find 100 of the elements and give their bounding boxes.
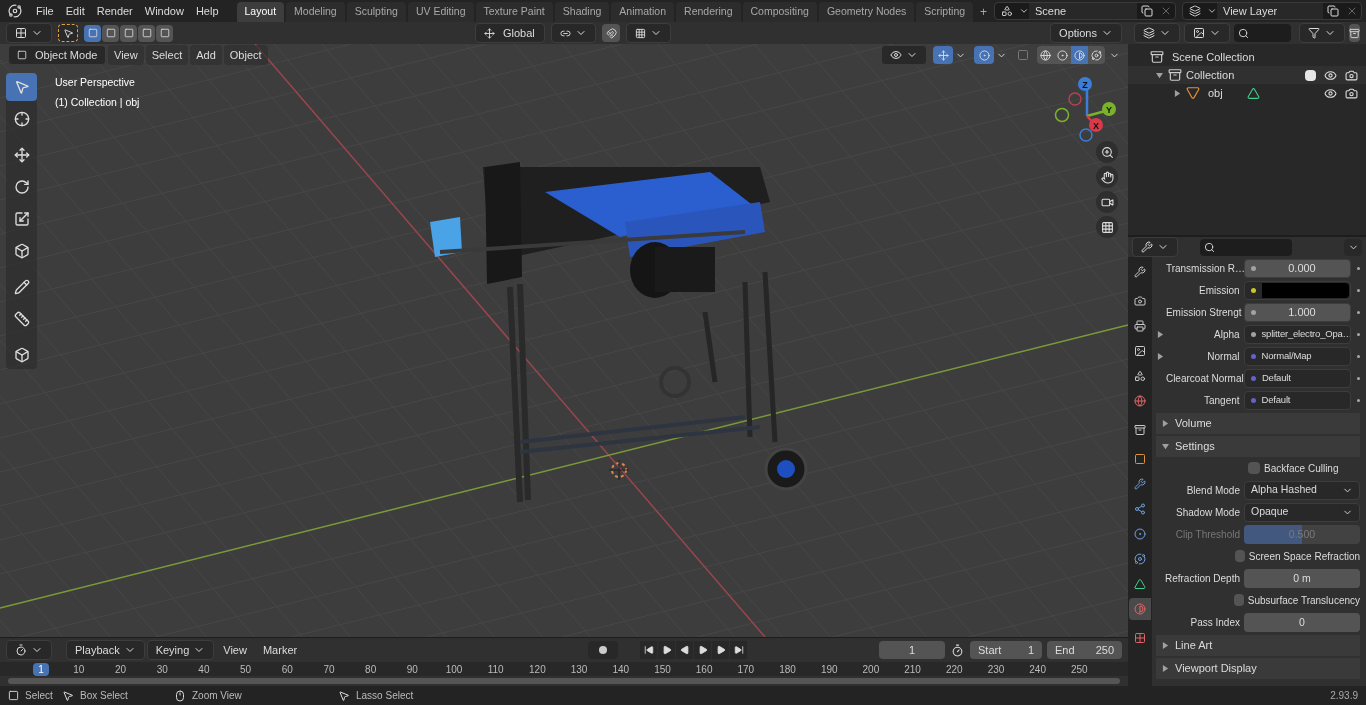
prev-keyframe-button[interactable] xyxy=(658,641,676,659)
jump-start-button[interactable] xyxy=(640,641,658,659)
number-field[interactable]: 0 xyxy=(1244,612,1360,632)
selection-mode-button[interactable] xyxy=(138,24,155,42)
record-button[interactable] xyxy=(588,641,619,659)
menu-item[interactable]: File xyxy=(30,2,60,20)
selection-mode-button[interactable] xyxy=(120,24,137,42)
editor-type-button[interactable] xyxy=(1134,23,1180,43)
workspace-tab[interactable]: Sculpting xyxy=(346,2,406,22)
shading-mode-button[interactable] xyxy=(1037,46,1054,64)
checkbox[interactable] xyxy=(1248,462,1260,474)
tree-item[interactable]: Scene Collection xyxy=(1172,48,1255,66)
snap-dropdown[interactable] xyxy=(626,23,671,43)
close-icon[interactable] xyxy=(1346,5,1358,17)
end-frame-field[interactable]: End 250 xyxy=(1047,641,1122,659)
viewport-menu[interactable]: Select xyxy=(145,45,189,65)
display-mode-dropdown[interactable] xyxy=(1184,23,1230,43)
panel-header[interactable]: Line Art xyxy=(1156,635,1360,656)
select-tool-button[interactable] xyxy=(58,24,78,42)
snap-toggle[interactable] xyxy=(602,24,620,42)
workspace-tab[interactable]: Scripting xyxy=(916,2,974,22)
mode-dropdown[interactable]: Object Mode xyxy=(8,45,106,65)
duplicate-icon[interactable] xyxy=(1327,5,1339,17)
scene-selector[interactable]: Scene xyxy=(994,2,1176,20)
playhead-frame[interactable]: 1 xyxy=(33,662,49,676)
search-field[interactable] xyxy=(1200,238,1292,256)
close-icon[interactable] xyxy=(1160,5,1172,17)
number-field[interactable]: 0.000 xyxy=(1243,258,1352,278)
visibility-icon[interactable] xyxy=(1324,86,1337,100)
dropdown-field[interactable]: Alpha Hashed xyxy=(1244,480,1360,500)
start-frame-field[interactable]: Start 1 xyxy=(970,641,1042,659)
panel-header[interactable]: Volume xyxy=(1156,413,1360,434)
duplicate-icon[interactable] xyxy=(1141,5,1153,17)
new-collection-button[interactable] xyxy=(1349,24,1360,42)
add-workspace-button[interactable]: + xyxy=(975,2,993,22)
workspace-tab[interactable]: Geometry Nodes xyxy=(818,2,915,22)
color-field[interactable] xyxy=(1243,280,1351,300)
checkbox[interactable] xyxy=(1234,550,1245,562)
timer-icon[interactable] xyxy=(951,643,964,657)
keying-dropdown[interactable]: Keying xyxy=(146,640,215,660)
selection-mode-button[interactable] xyxy=(102,24,119,42)
pan-button[interactable] xyxy=(1096,166,1118,188)
gizmo-toggle[interactable] xyxy=(933,46,953,64)
panel-menu-button[interactable] xyxy=(1344,238,1362,256)
render-camera-icon[interactable] xyxy=(1345,86,1358,100)
play-button[interactable] xyxy=(694,641,712,659)
search-field[interactable] xyxy=(1234,24,1291,42)
workspace-tab[interactable]: Modeling xyxy=(286,2,345,22)
pivot-dropdown[interactable] xyxy=(551,23,596,43)
linked-input-field[interactable]: Default xyxy=(1243,368,1352,388)
workspace-tab[interactable]: Layout xyxy=(236,2,285,22)
linked-input-field[interactable]: Normal/Map xyxy=(1243,346,1351,366)
viewport-menu[interactable]: Add xyxy=(190,45,222,65)
xray-icon[interactable] xyxy=(1017,49,1029,61)
jump-end-button[interactable] xyxy=(730,641,748,659)
dropdown-field[interactable]: Opaque xyxy=(1244,502,1360,522)
select-tool-button[interactable] xyxy=(6,73,37,101)
options-dropdown[interactable]: Options xyxy=(1050,23,1122,43)
play-reverse-button[interactable] xyxy=(676,641,694,659)
workspace-tab[interactable]: Animation xyxy=(611,2,675,22)
perspective-toggle-button[interactable] xyxy=(1096,216,1118,238)
render-camera-icon[interactable] xyxy=(1345,68,1358,82)
view-layer-selector[interactable]: View Layer xyxy=(1182,2,1362,20)
include-checkbox[interactable] xyxy=(1305,69,1316,81)
editor-type-button[interactable] xyxy=(6,640,52,660)
shading-mode-button[interactable] xyxy=(1054,46,1071,64)
panel-header[interactable]: Settings xyxy=(1156,436,1360,457)
workspace-tab[interactable]: Shading xyxy=(554,2,610,22)
linked-input-field[interactable]: splitter_electro_Opa… xyxy=(1243,324,1351,344)
shading-mode-button[interactable] xyxy=(1088,46,1105,64)
menu-item[interactable]: Window xyxy=(138,2,190,20)
timeline-menu[interactable]: Marker xyxy=(255,641,305,659)
shading-mode-button[interactable] xyxy=(1071,46,1088,64)
current-frame-field[interactable]: 1 xyxy=(879,641,945,659)
selection-mode-button[interactable] xyxy=(84,24,101,42)
panel-header[interactable]: Viewport Display xyxy=(1156,658,1360,679)
viewport-menu[interactable]: Object xyxy=(223,45,268,65)
workspace-tab[interactable]: Rendering xyxy=(676,2,741,22)
visibility-dropdown[interactable] xyxy=(881,45,927,65)
app-logo-icon[interactable] xyxy=(8,4,22,18)
workspace-tab[interactable]: UV Editing xyxy=(407,2,474,22)
visibility-icon[interactable] xyxy=(1324,68,1337,82)
menu-item[interactable]: Render xyxy=(90,2,139,20)
orientation-dropdown[interactable]: Global xyxy=(475,23,545,43)
camera-view-button[interactable] xyxy=(1096,191,1118,213)
tree-item[interactable]: obj xyxy=(1208,84,1223,102)
timeline-menu[interactable]: View xyxy=(216,641,254,659)
workspace-tab[interactable]: Texture Paint xyxy=(475,2,553,22)
workspace-tab[interactable]: Compositing xyxy=(742,2,817,22)
menu-item[interactable]: Help xyxy=(189,2,225,20)
number-field[interactable]: 1.000 xyxy=(1243,302,1352,322)
timeline-scrollbar[interactable] xyxy=(8,678,1120,684)
next-keyframe-button[interactable] xyxy=(712,641,730,659)
playback-dropdown[interactable]: Playback xyxy=(66,640,145,660)
editor-type-button[interactable] xyxy=(6,23,52,43)
filter-dropdown[interactable] xyxy=(1299,23,1345,43)
viewport-menu[interactable]: View xyxy=(108,45,144,65)
zoom-button[interactable] xyxy=(1096,141,1118,163)
overlay-toggle[interactable] xyxy=(974,46,994,64)
selection-mode-button[interactable] xyxy=(156,24,173,42)
